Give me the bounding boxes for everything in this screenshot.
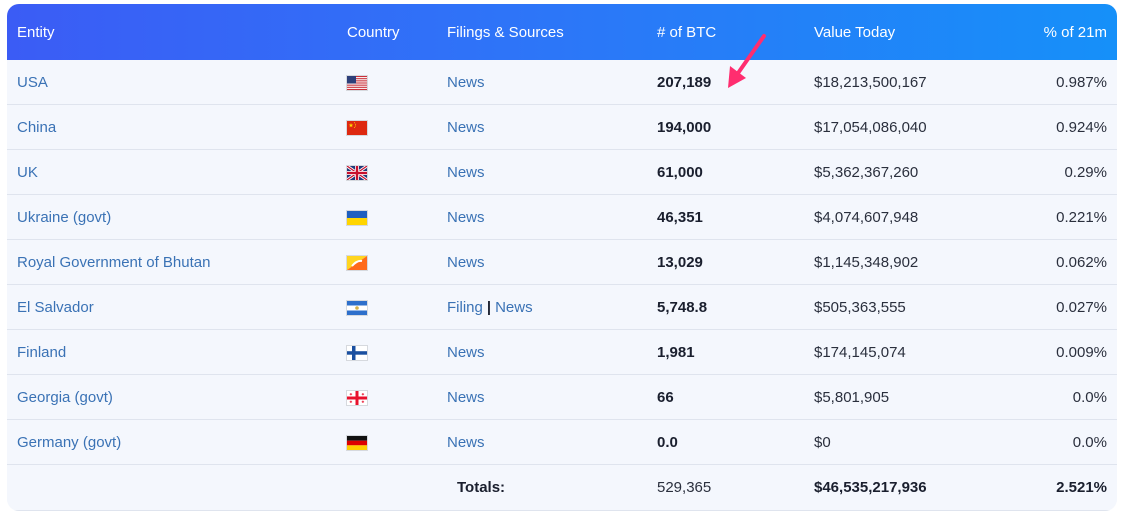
country-cell — [347, 344, 367, 361]
flag-finland-icon — [347, 345, 367, 360]
flag-china-icon — [347, 120, 367, 135]
header-country[interactable]: Country — [347, 24, 400, 41]
news-link[interactable]: News — [447, 209, 485, 226]
pct-of-21m: 0.221% — [1056, 208, 1107, 226]
table-row: Germany (govt) News 0.0 $0 0.0% — [7, 420, 1117, 465]
header-filings[interactable]: Filings & Sources — [447, 24, 564, 41]
totals-btc: 529,365 — [657, 479, 712, 496]
flag-georgia-icon — [347, 390, 367, 405]
country-cell — [347, 119, 367, 136]
pct-of-21m: 0.0% — [1072, 388, 1107, 406]
header-pct[interactable]: % of 21m — [1044, 24, 1107, 41]
table-row: UK News 61,000 $5,362,367,260 0.29% — [7, 150, 1117, 195]
btc-amount: 46,351 — [657, 208, 703, 226]
header-btc[interactable]: # of BTC — [657, 24, 716, 41]
country-cell — [347, 299, 367, 316]
entity-link[interactable]: China — [17, 119, 56, 136]
btc-amount: 61,000 — [657, 163, 703, 181]
value-today: $18,213,500,167 — [814, 73, 927, 91]
filing-link[interactable]: Filing — [447, 299, 483, 316]
flag-usa-icon — [347, 75, 367, 90]
entity-link[interactable]: Ukraine (govt) — [17, 209, 111, 226]
flag-el-salvador-icon — [347, 300, 367, 315]
btc-amount: 207,189 — [657, 73, 712, 91]
table-row: Ukraine (govt) News 46,351 $4,074,607,948 0.… — [7, 195, 1117, 240]
news-link[interactable]: News — [447, 164, 485, 181]
btc-amount: 13,029 — [657, 253, 703, 271]
btc-amount: 5,748.8 — [657, 298, 708, 316]
bitcoin-holdings-table: Entity Country Filings & Sources # of BT… — [7, 4, 1117, 511]
news-link[interactable]: News — [447, 74, 485, 91]
flag-uk-icon — [347, 165, 367, 180]
totals-label: Totals: — [457, 479, 506, 496]
pct-of-21m: 0.924% — [1056, 118, 1107, 136]
value-today: $174,145,074 — [814, 343, 906, 361]
header-value[interactable]: Value Today — [814, 24, 895, 41]
entity-link[interactable]: Finland — [17, 344, 66, 361]
flag-bhutan-icon — [347, 255, 367, 270]
pct-of-21m: 0.027% — [1056, 298, 1107, 316]
value-today: $5,801,905 — [814, 388, 890, 406]
filings-cell: News — [447, 74, 485, 91]
totals-value: $46,535,217,936 — [814, 479, 927, 496]
news-link[interactable]: News — [495, 299, 533, 316]
filings-cell: News — [447, 209, 485, 226]
pointer-arrow-icon — [728, 34, 766, 88]
btc-amount: 66 — [657, 388, 674, 406]
entity-link[interactable]: Germany (govt) — [17, 434, 121, 451]
filings-cell: News — [447, 434, 485, 451]
news-link[interactable]: News — [447, 119, 485, 136]
news-link[interactable]: News — [447, 434, 485, 451]
entity-link[interactable]: El Salvador — [17, 299, 94, 316]
pct-of-21m: 0.009% — [1056, 343, 1107, 361]
filings-separator: | — [486, 298, 492, 316]
btc-amount: 1,981 — [657, 343, 695, 361]
country-cell — [347, 434, 367, 451]
country-cell — [347, 389, 367, 406]
table-header: Entity Country Filings & Sources # of BT… — [7, 4, 1117, 60]
country-cell — [347, 254, 367, 271]
value-today: $0 — [814, 433, 831, 451]
filings-cell: News — [447, 254, 485, 271]
news-link[interactable]: News — [447, 254, 485, 271]
table-row: Georgia (govt) News 66 $5,801,905 0.0% — [7, 375, 1117, 420]
news-link[interactable]: News — [447, 344, 485, 361]
flag-germany-icon — [347, 435, 367, 450]
table-row: Royal Government of Bhutan News 13,029 $1,1… — [7, 240, 1117, 285]
value-today: $505,363,555 — [814, 298, 906, 316]
table-row: Finland News 1,981 $174,145,074 0.009% — [7, 330, 1117, 375]
totals-pct: 2.521% — [1056, 479, 1107, 496]
country-cell — [347, 209, 367, 226]
country-cell — [347, 164, 367, 181]
value-today: $4,074,607,948 — [814, 208, 919, 226]
table-row: USA News 207,189 $18,213,500,167 0.987% — [7, 60, 1117, 105]
value-today: $1,145,348,902 — [814, 253, 919, 271]
flag-ukraine-icon — [347, 210, 367, 225]
value-today: $5,362,367,260 — [814, 163, 919, 181]
news-link[interactable]: News — [447, 389, 485, 406]
pct-of-21m: 0.29% — [1064, 163, 1107, 181]
entity-link[interactable]: USA — [17, 74, 48, 91]
entity-link[interactable]: Royal Government of Bhutan — [17, 254, 210, 271]
filings-cell: News — [447, 389, 485, 406]
country-cell — [347, 74, 367, 91]
pct-of-21m: 0.062% — [1056, 253, 1107, 271]
btc-amount: 194,000 — [657, 118, 712, 136]
filings-cell: News — [447, 164, 485, 181]
filings-cell: News — [447, 119, 485, 136]
totals-row: Totals: 529,365 $46,535,217,936 2.521% — [7, 465, 1117, 511]
table-row: El Salvador Filing | News 5,748.8 $505,363,55… — [7, 285, 1117, 330]
pct-of-21m: 0.987% — [1056, 73, 1107, 91]
entity-link[interactable]: Georgia (govt) — [17, 389, 113, 406]
btc-amount: 0.0 — [657, 433, 678, 451]
filings-cell: News — [447, 344, 485, 361]
pct-of-21m: 0.0% — [1072, 433, 1107, 451]
header-entity[interactable]: Entity — [17, 24, 55, 41]
table-row: China News 194,000 $17,054,086,040 0.924% — [7, 105, 1117, 150]
entity-link[interactable]: UK — [17, 164, 38, 181]
filings-cell: Filing | News — [447, 299, 533, 316]
value-today: $17,054,086,040 — [814, 118, 927, 136]
